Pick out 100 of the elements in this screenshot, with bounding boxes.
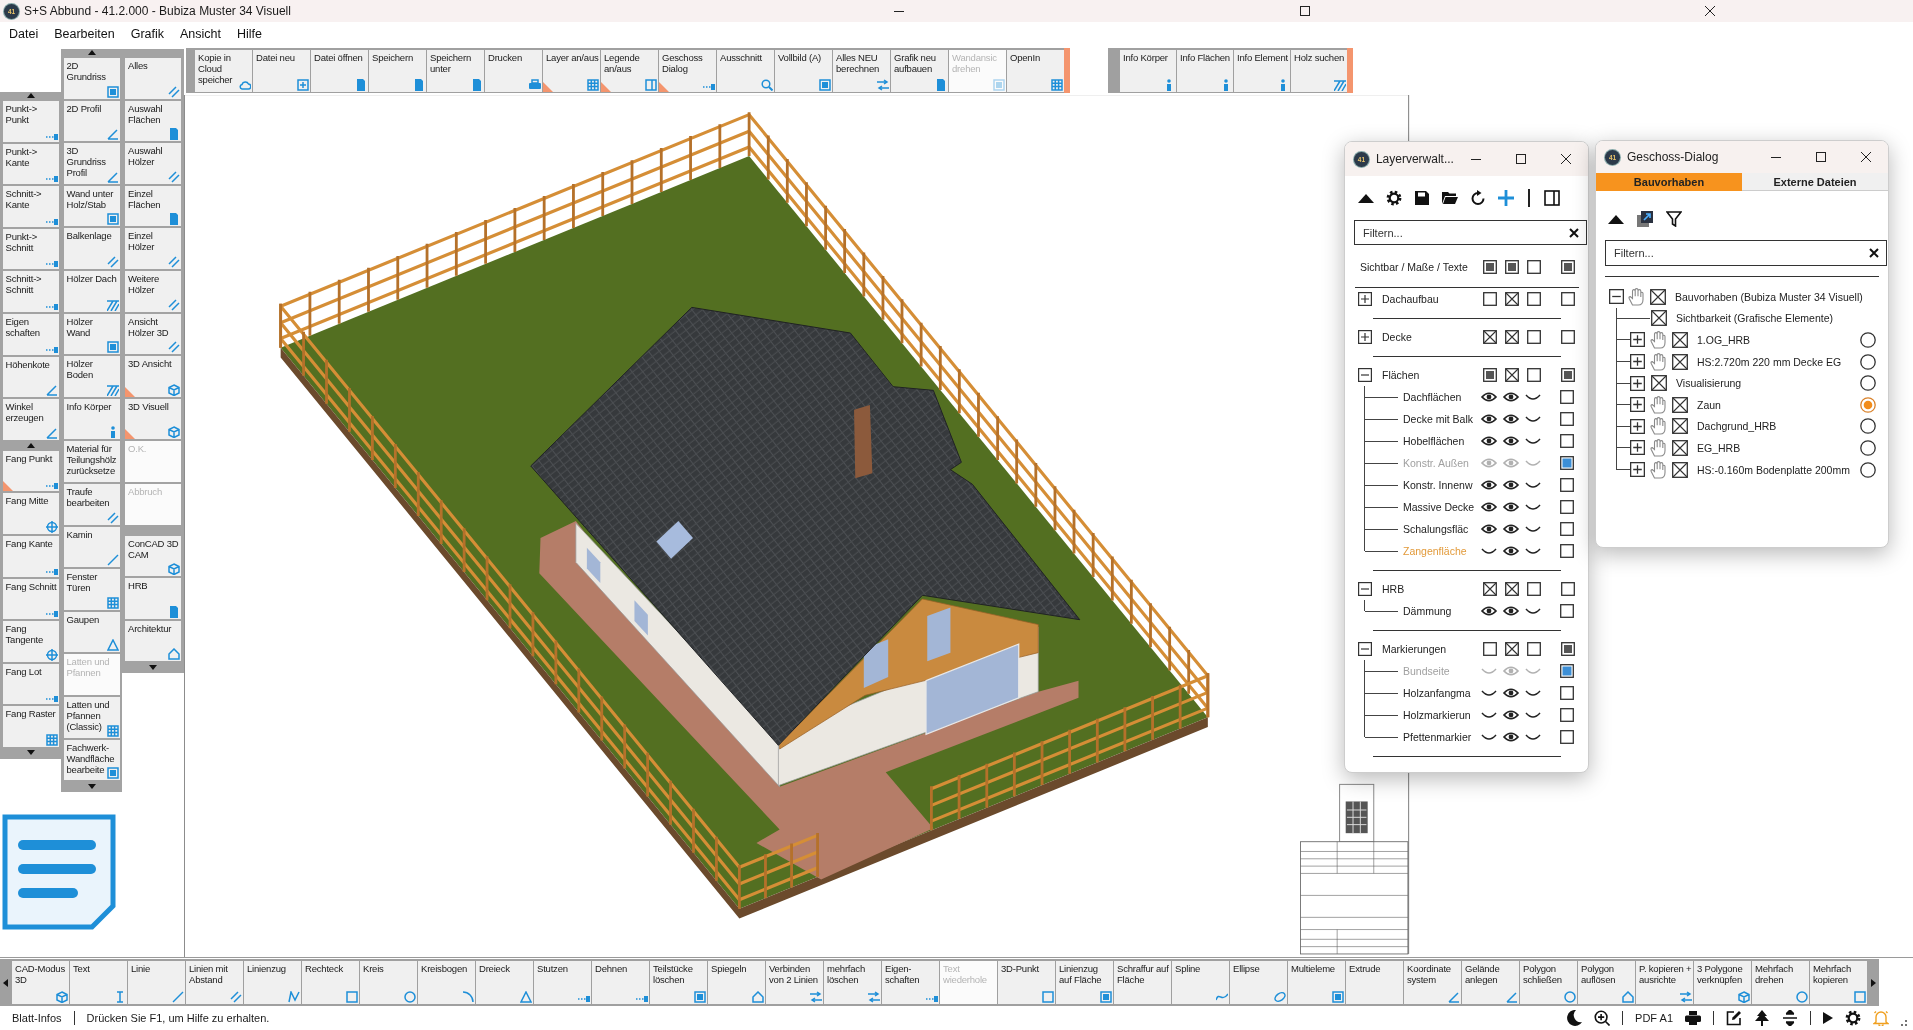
eye-icon[interactable] (1481, 414, 1497, 424)
toolbar-button[interactable]: Kopie in Cloud speicher (195, 50, 252, 92)
panel-icon[interactable] (1543, 190, 1560, 206)
toolbar-button[interactable]: Eigen- schaften (882, 961, 939, 1004)
toolbar-button[interactable]: Linienzug auf Fläche (1056, 961, 1113, 1004)
layer-name[interactable]: Konstr. Innenw (1403, 479, 1481, 491)
checkbox[interactable] (1560, 730, 1574, 744)
toolbar-button[interactable]: Eigen schaften (2, 313, 59, 355)
toolbar-button[interactable]: Schraffur auf Fläche (1114, 961, 1171, 1004)
toolbar-button[interactable]: Polygon auflösen (1578, 961, 1635, 1004)
radio-button[interactable] (1860, 418, 1876, 435)
checkbox[interactable] (1560, 478, 1574, 492)
crossed-checkbox[interactable] (1483, 582, 1497, 596)
toolbar-button[interactable]: Hölzer Wand (63, 313, 120, 355)
layer-group-name[interactable]: Dachaufbau (1382, 293, 1482, 305)
sheet-info-label[interactable]: Blatt-Infos (12, 1011, 62, 1024)
toolbar-button[interactable]: OpenIn (1007, 50, 1064, 92)
crossed-checkbox[interactable] (1483, 330, 1497, 344)
down-arrow-icon[interactable] (149, 664, 157, 670)
toolbar-button[interactable]: Kreis (360, 961, 417, 1004)
checkbox[interactable] (1560, 434, 1574, 448)
crossed-checkbox[interactable] (1651, 375, 1667, 392)
menu-item[interactable]: Bearbeiten (46, 24, 123, 43)
toolbar-button[interactable]: Architektur (125, 620, 181, 662)
toolbar-button[interactable]: Höhenkote (2, 356, 59, 398)
down-arrow-icon[interactable] (87, 783, 96, 789)
toolbar-button[interactable]: Extrude (1346, 961, 1403, 1004)
toolbar-button[interactable]: Kamin (63, 526, 120, 568)
toolbar-button[interactable]: Fang Tangente (2, 621, 59, 662)
eye-icon[interactable] (1503, 392, 1519, 402)
crossed-checkbox[interactable] (1650, 288, 1666, 305)
toolbar-button[interactable]: Drucken (485, 50, 542, 92)
empty-checkbox[interactable] (1527, 292, 1541, 306)
toolbar-button[interactable]: Stutzen (534, 961, 591, 1004)
eye-icon[interactable] (1503, 502, 1519, 512)
save-icon[interactable] (1414, 190, 1430, 206)
filled-checkbox[interactable] (1483, 260, 1497, 274)
toolbar-button[interactable]: Wand unter Holz/Stab (63, 185, 120, 227)
toolbar-button[interactable]: Datei neu (253, 50, 310, 92)
eye-icon[interactable] (1481, 502, 1497, 512)
toolbar-button[interactable]: Speichern unter (427, 50, 484, 92)
toolbar-button[interactable]: Latten und Pfannen (Classic) (63, 696, 120, 738)
toolbar-button[interactable]: HRB (125, 578, 181, 619)
list-icon[interactable] (2, 814, 116, 931)
empty-checkbox[interactable] (1561, 292, 1575, 306)
toolbar-button[interactable]: Linienzug (244, 961, 301, 1004)
toolbar-button[interactable]: Fang Kante (2, 535, 59, 577)
toolbar-button[interactable]: 3 Polygone verknüpfen (1694, 961, 1751, 1004)
crossed-checkbox[interactable] (1651, 310, 1667, 327)
filter-field[interactable]: Filtern... (1605, 240, 1887, 266)
toolbar-button[interactable]: Ellipse (1230, 961, 1287, 1004)
eye-icon[interactable] (1481, 436, 1497, 446)
crossed-checkbox[interactable] (1505, 368, 1519, 382)
toolbar-button[interactable]: Gelände anlegen (1462, 961, 1519, 1004)
eye-icon[interactable] (1503, 688, 1519, 698)
floor-name[interactable]: EG_HRB (1697, 441, 1741, 454)
radio-button[interactable] (1860, 375, 1876, 392)
layer-name[interactable]: Schalungsfläc (1403, 523, 1481, 535)
crossed-checkbox[interactable] (1672, 353, 1688, 370)
expand-toggle[interactable] (1630, 354, 1645, 370)
layer-name[interactable]: Massive Decke (1403, 501, 1481, 513)
checkbox[interactable] (1560, 500, 1574, 514)
settings-icon[interactable] (1386, 190, 1402, 206)
hand-icon[interactable] (1650, 417, 1666, 436)
eye-icon[interactable] (1503, 436, 1519, 446)
checkbox[interactable] (1560, 390, 1574, 404)
up-arrow-icon[interactable] (26, 442, 35, 448)
toolbar-button[interactable]: Info Körper (63, 398, 120, 440)
toolbar-button[interactable]: Weitere Hölzer (125, 270, 181, 312)
toolbar-button[interactable]: Polygon schließen (1520, 961, 1577, 1004)
toolbar-button[interactable]: Datei öffnen (311, 50, 368, 92)
image-icon[interactable] (1637, 211, 1653, 227)
folder-icon[interactable] (1442, 190, 1458, 206)
checkbox[interactable] (1560, 604, 1574, 618)
tab[interactable]: Bauvorhaben (1596, 173, 1742, 191)
toolbar-button[interactable]: Info Körper (1120, 50, 1176, 92)
eye-icon[interactable] (1503, 414, 1519, 424)
down-arrow-icon[interactable] (26, 750, 35, 756)
closed-eye-icon[interactable] (1525, 504, 1541, 510)
layer-group-name[interactable]: Flächen (1382, 369, 1482, 381)
up-arrow-icon[interactable] (87, 50, 96, 55)
toolbar-button[interactable]: Material für Teilungshölz zurücksetze (63, 441, 120, 482)
toolbar-button[interactable]: Spline (1172, 961, 1229, 1004)
crossed-checkbox[interactable] (1505, 330, 1519, 344)
filled-checkbox[interactable] (1561, 642, 1575, 656)
closed-eye-icon[interactable] (1525, 712, 1541, 718)
toolbar-button[interactable]: Einzel Flächen (125, 185, 181, 227)
toolbar-button[interactable]: Koordinate system (1404, 961, 1461, 1004)
expand-toggle[interactable] (1358, 330, 1372, 344)
left-arrow-icon[interactable] (3, 978, 8, 987)
toolbar-button[interactable]: Einzel Hölzer (125, 228, 181, 269)
checkbox[interactable] (1560, 522, 1574, 536)
toolbar-button[interactable]: Fang Mitte (2, 493, 59, 534)
toolbar-button[interactable]: 3D Grundriss Profil (63, 143, 120, 184)
eye-icon[interactable] (1503, 480, 1519, 490)
floor-name[interactable]: HS:-0.160m Bodenplatte 200mm (1697, 463, 1850, 476)
tab[interactable]: Externe Dateien (1742, 173, 1888, 191)
crossed-checkbox[interactable] (1505, 292, 1519, 306)
toolbar-button[interactable]: Linien mit Abstand (186, 961, 243, 1004)
toolbar-button[interactable]: Alles NEU berechnen (833, 50, 890, 92)
